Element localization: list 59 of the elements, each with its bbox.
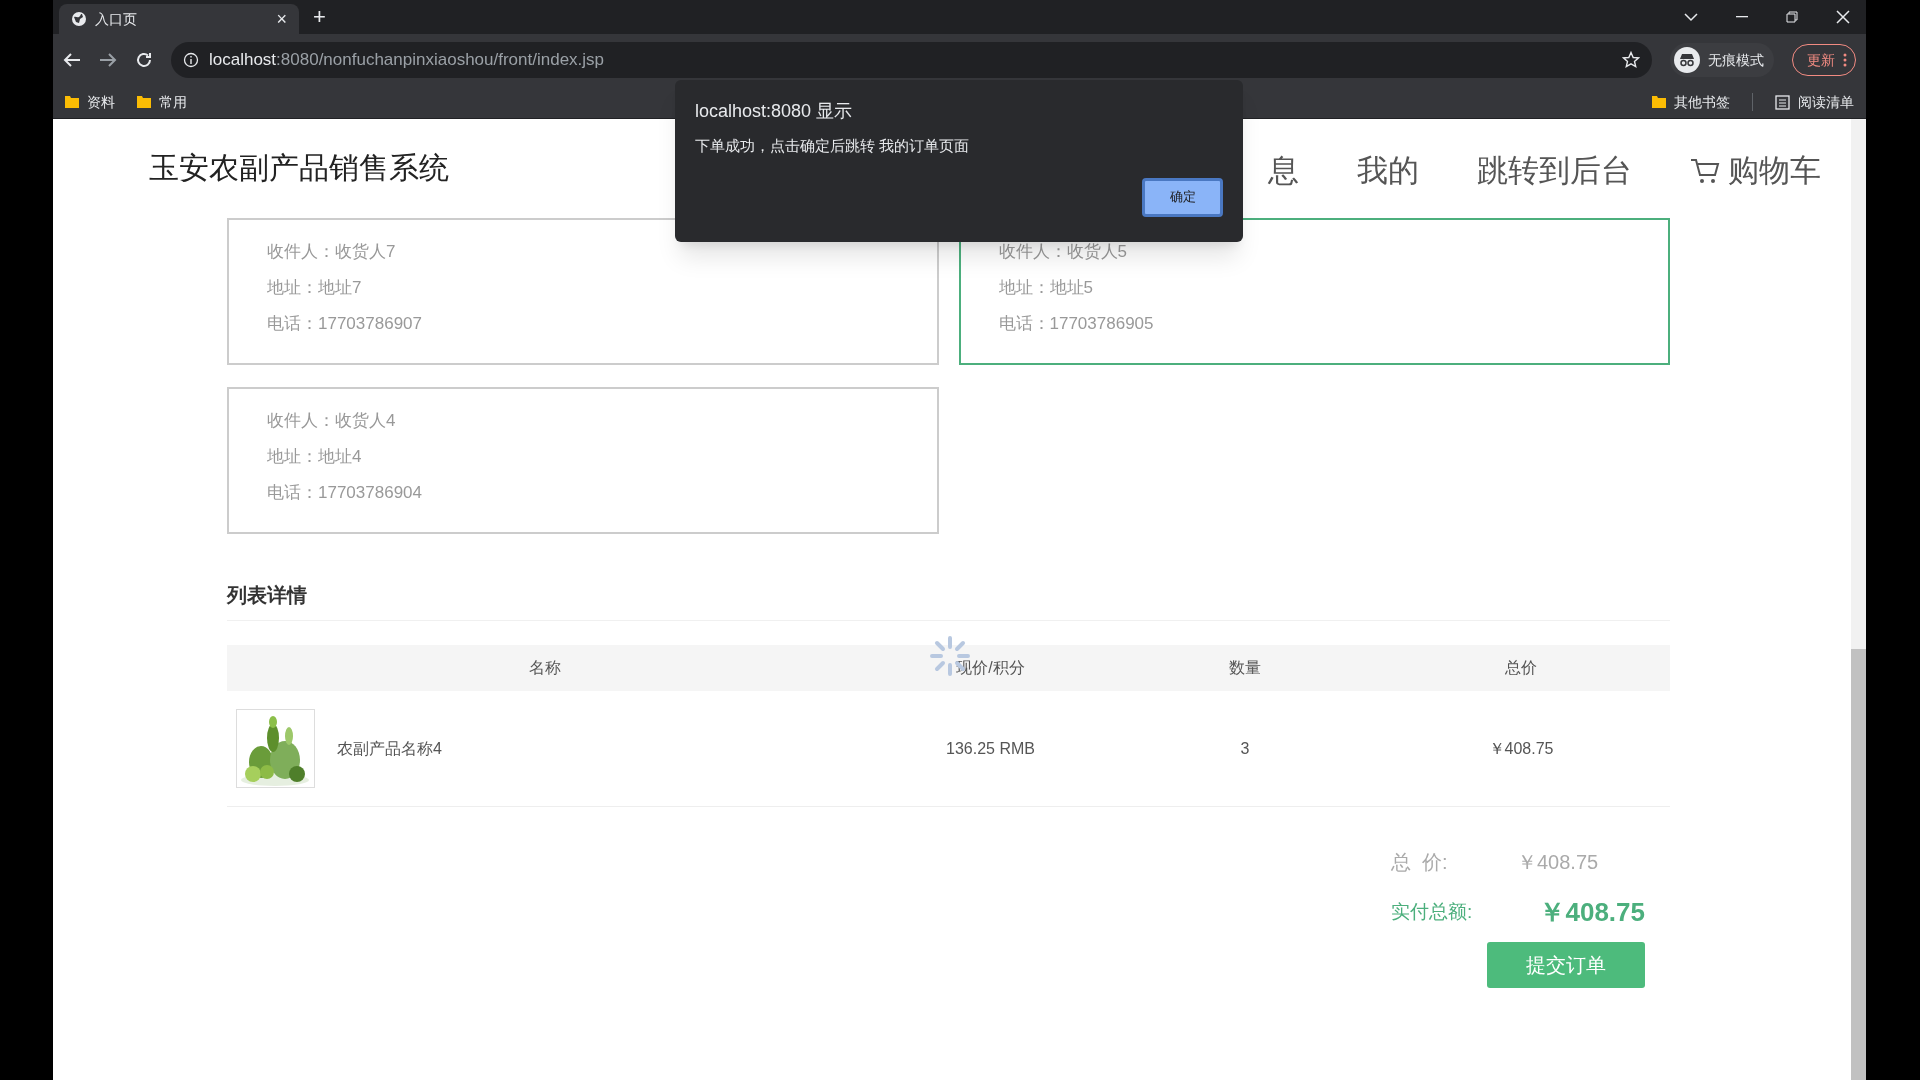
address-line: 电话：17703786905: [998, 313, 1155, 335]
close-tab-button[interactable]: ×: [276, 10, 287, 28]
folder-icon: [1652, 95, 1666, 109]
browser-tab[interactable]: 入口页 ×: [59, 4, 299, 34]
dialog-title: localhost:8080 显示: [695, 100, 854, 123]
chevron-down-icon[interactable]: [1684, 12, 1698, 22]
total-value: ￥408.75: [1517, 850, 1599, 875]
table-cell: 3: [1240, 739, 1250, 757]
address-line: 收件人：收货人7: [267, 241, 397, 263]
paid-value: ￥408.75: [1539, 896, 1645, 929]
nav-link[interactable]: 跳转到后台: [1477, 147, 1632, 195]
site-title: 玉安农副产品销售系统: [149, 149, 449, 186]
table-cell: ￥408.75: [1488, 739, 1554, 757]
column-header: 总价: [1505, 659, 1537, 676]
address-field[interactable]: localhost:8080/nonfuchanpinxiaoshou/front/index.jsp: [171, 42, 1652, 78]
table-cell: 136.25 RMB: [946, 739, 1035, 757]
tab-title: 入口页: [95, 9, 138, 29]
column-header: 名称: [529, 659, 561, 676]
address-line: 收件人：收货人4: [267, 410, 397, 432]
star-icon[interactable]: [1622, 51, 1640, 69]
paid-label: 实付总额:: [1391, 900, 1474, 925]
scrollbar-thumb[interactable]: [1851, 649, 1866, 1080]
total-label: 总 价:: [1391, 850, 1449, 875]
profile-chip[interactable]: 无痕模式: [1670, 43, 1774, 77]
info-icon[interactable]: [183, 52, 199, 68]
address-line: 地址：地址7: [267, 277, 363, 299]
reload-icon[interactable]: [135, 51, 153, 69]
reading-list-icon: [1775, 94, 1790, 110]
url-text: localhost:8080/nonfuchanpinxiaoshou/front/index.jsp: [209, 49, 606, 72]
back-icon[interactable]: [63, 52, 81, 68]
address-line: 电话：17703786907: [267, 313, 423, 335]
nav-link[interactable]: 息: [1268, 147, 1299, 195]
minimize-icon[interactable]: [1736, 16, 1748, 18]
bookmark-item[interactable]: 其他书签: [1652, 91, 1730, 113]
more-icon: [1843, 53, 1847, 67]
new-tab-button[interactable]: +: [313, 6, 326, 28]
bookmark-item[interactable]: 阅读清单: [1775, 91, 1854, 113]
bookmark-item[interactable]: 资料: [65, 91, 115, 113]
nav-link[interactable]: 我的: [1357, 147, 1419, 195]
column-header: 数量: [1229, 659, 1261, 676]
nav-link[interactable]: 购物车: [1690, 147, 1821, 195]
folder-icon: [65, 95, 79, 109]
address-line: 收件人：收货人5: [998, 241, 1128, 263]
bookmark-item[interactable]: 常用: [137, 91, 187, 113]
globe-icon: [71, 11, 87, 27]
section-title: 列表详情: [227, 580, 1670, 621]
scrollbar[interactable]: [1851, 119, 1866, 1080]
address-line: 电话：17703786904: [267, 482, 423, 504]
folder-icon: [137, 95, 151, 109]
restore-icon[interactable]: [1786, 11, 1798, 23]
forward-icon[interactable]: [99, 52, 117, 68]
ok-button[interactable]: 确定: [1142, 177, 1223, 217]
dialog-message: 下单成功，点击确定后跳转 我的订单页面: [695, 136, 971, 156]
address-line: 地址：地址5: [998, 277, 1094, 299]
cart-icon: [1690, 157, 1720, 185]
incognito-icon: [1674, 47, 1700, 73]
product-name: 农副产品名称4: [337, 738, 442, 759]
address-line: 地址：地址4: [267, 446, 363, 468]
close-icon[interactable]: [1836, 10, 1850, 24]
